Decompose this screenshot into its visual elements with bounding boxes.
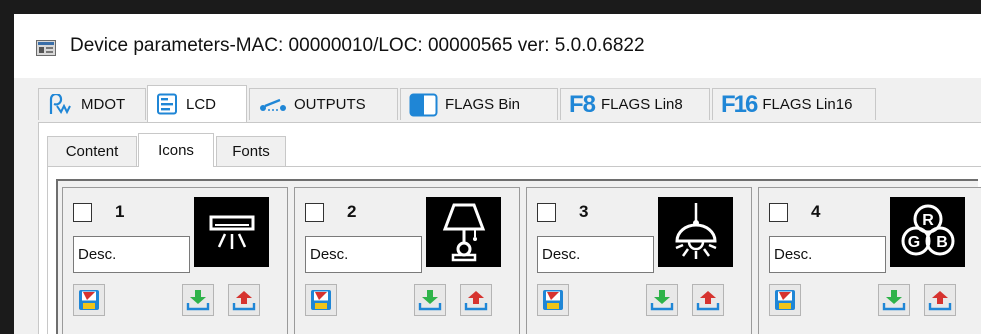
download-icon-button[interactable] [878,284,910,316]
tab-outputs[interactable]: OUTPUTS [249,88,398,120]
svg-text:G: G [907,234,919,251]
icon-description-input[interactable] [537,236,654,273]
download-icon-button[interactable] [646,284,678,316]
upload-arrow-icon [696,291,720,311]
mdot-icon [47,93,75,116]
save-icon-button[interactable] [537,284,569,316]
download-arrow-icon [650,290,674,311]
download-arrow-icon [418,290,442,311]
icon-description-input[interactable] [769,236,886,273]
flags-bin-icon [409,93,439,117]
icon-preview [194,197,269,267]
tab-flags-lin8-label: FLAGS Lin8 [601,96,683,113]
icon-number: 1 [115,202,125,221]
icon-grid: 1 Desc. 2 Desc. 3 Desc. 4 R G B Desc. [56,179,981,334]
icon-preview [658,197,733,267]
tab-mdot-label: MDOT [81,96,126,113]
tab-lcd[interactable]: LCD [147,85,247,122]
floppy-save-icon [79,290,99,310]
app-icon [36,40,56,56]
svg-text:R: R [922,212,934,229]
upload-arrow-icon [928,291,952,311]
download-arrow-icon [882,290,906,311]
tab-flags-bin-label: FLAGS Bin [445,96,521,113]
f8-icon: F8 [569,90,596,118]
upload-icon-button[interactable] [228,284,260,316]
save-icon-button[interactable] [769,284,801,316]
icon-cell: 2 [294,187,520,334]
tab-fonts[interactable]: Fonts [216,136,286,166]
download-arrow-icon [186,290,210,311]
icon-number: 2 [347,202,357,221]
icon-select-checkbox[interactable] [537,203,556,222]
icon-cell: 1 [62,187,288,334]
tab-flags-lin16[interactable]: F16 FLAGS Lin16 [712,88,876,120]
title-bar: Device parameters-MAC: 00000010/LOC: 000… [14,14,981,78]
upload-arrow-icon [464,291,488,311]
tab-outputs-label: OUTPUTS [294,96,366,113]
lcd-icon [156,93,180,115]
upload-arrow-icon [232,291,256,311]
window-title: Device parameters-MAC: 00000010/LOC: 000… [70,35,645,56]
tab-flags-bin[interactable]: FLAGS Bin [400,88,558,120]
icon-description-input[interactable] [305,236,422,273]
upload-icon-button[interactable] [924,284,956,316]
main-tab-strip: MDOT LCD OUTPUTS FLAGS Bin F8 FLAGS Lin8… [38,85,978,123]
tab-lcd-label: LCD [186,95,217,113]
icon-number: 4 [811,202,821,221]
icons-panel: 1 Desc. 2 Desc. 3 Desc. 4 R G B Desc. [47,166,981,334]
floppy-save-icon [543,290,563,310]
lcd-tab-panel: Content Icons Fonts 1 Desc. 2 Desc. 3 De… [38,122,981,334]
f16-icon: F16 [721,90,758,118]
tab-content[interactable]: Content [47,136,137,166]
tab-flags-lin8[interactable]: F8 FLAGS Lin8 [560,88,710,120]
icon-select-checkbox[interactable] [305,203,324,222]
ceiling-light-icon [209,215,254,249]
icon-preview: R G B [890,197,965,267]
icon-number: 3 [579,202,589,221]
upload-icon-button[interactable] [460,284,492,316]
icon-select-checkbox[interactable] [769,203,788,222]
svg-text:B: B [936,234,948,251]
main-area: MDOT LCD OUTPUTS FLAGS Bin F8 FLAGS Lin8… [14,78,981,334]
tab-icons-label: Icons [158,142,194,159]
icon-description-input[interactable] [73,236,190,273]
download-icon-button[interactable] [414,284,446,316]
tab-content-label: Content [65,143,119,160]
floppy-save-icon [311,290,331,310]
sub-tab-strip: Content Icons Fonts [47,133,347,169]
upload-icon-button[interactable] [692,284,724,316]
outputs-icon [258,97,288,113]
save-icon-button[interactable] [73,284,105,316]
floppy-save-icon [775,290,795,310]
icon-select-checkbox[interactable] [73,203,92,222]
icon-preview [426,197,501,267]
rgb-light-icon: R G B [901,204,954,256]
download-icon-button[interactable] [182,284,214,316]
save-icon-button[interactable] [305,284,337,316]
tab-icons[interactable]: Icons [138,133,214,167]
icon-cell: 4 R G B [758,187,981,334]
tab-flags-lin16-label: FLAGS Lin16 [762,96,853,113]
tab-mdot[interactable]: MDOT [38,88,146,120]
pendant-lamp-icon [674,203,717,259]
icon-cell: 3 [526,187,752,334]
device-parameters-window: Device parameters-MAC: 00000010/LOC: 000… [14,14,981,334]
table-lamp-icon [442,203,485,262]
tab-fonts-label: Fonts [232,143,270,160]
